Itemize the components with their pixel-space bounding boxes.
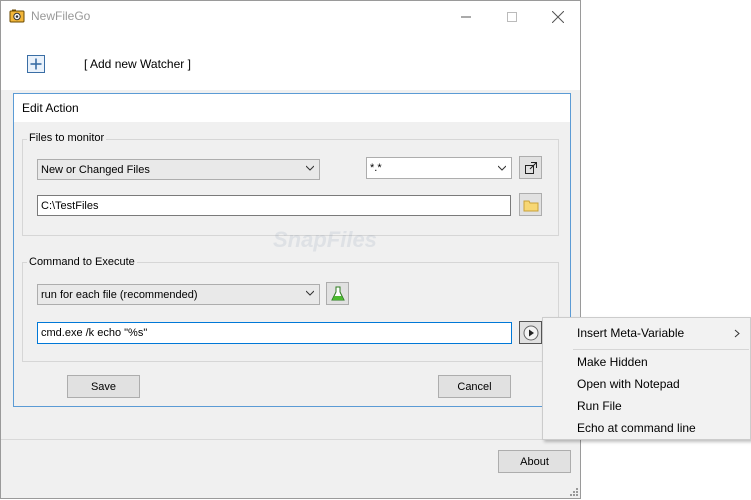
menu-item-make-hidden[interactable]: Make Hidden xyxy=(543,351,750,373)
command-options-button[interactable] xyxy=(519,321,542,344)
close-button[interactable] xyxy=(535,1,581,32)
chevron-down-icon xyxy=(498,165,506,171)
files-to-monitor-label: Files to monitor xyxy=(27,132,107,144)
maximize-button[interactable] xyxy=(489,1,535,32)
file-filter-value: *.* xyxy=(370,162,382,174)
watermark: SnapFiles xyxy=(273,227,377,252)
add-watcher-icon-button[interactable] xyxy=(27,55,45,73)
menu-item-insert-meta-variable[interactable]: Insert Meta-Variable xyxy=(543,322,750,344)
menu-item-label: Echo at command line xyxy=(577,421,696,435)
divider xyxy=(1,439,580,440)
path-value: C:\TestFiles xyxy=(41,199,99,212)
menu-item-open-with-notepad[interactable]: Open with Notepad xyxy=(543,373,750,395)
command-value: cmd.exe /k echo "%s" xyxy=(41,327,148,339)
save-button[interactable]: Save xyxy=(67,375,140,398)
play-icon xyxy=(523,325,538,340)
menu-item-echo-at-command-line[interactable]: Echo at command line xyxy=(543,417,750,439)
command-input[interactable]: cmd.exe /k echo "%s" xyxy=(37,322,512,344)
context-menu: Insert Meta-Variable Make Hidden Open wi… xyxy=(542,317,751,440)
monitor-mode-select[interactable]: New or Changed Files xyxy=(37,159,320,180)
file-filter-select[interactable]: *.* xyxy=(366,157,512,179)
edit-action-title: Edit Action xyxy=(22,101,79,115)
resize-grip-icon[interactable] xyxy=(569,486,579,496)
minimize-button[interactable] xyxy=(443,1,489,32)
path-input[interactable]: C:\TestFiles xyxy=(37,195,511,216)
monitor-mode-value: New or Changed Files xyxy=(41,163,150,176)
menu-item-run-file[interactable]: Run File xyxy=(543,395,750,417)
add-icon xyxy=(27,55,45,73)
menu-separator xyxy=(573,349,749,350)
menu-item-label: Open with Notepad xyxy=(577,377,680,391)
chevron-down-icon xyxy=(306,290,314,296)
app-icon xyxy=(9,8,25,24)
flask-icon xyxy=(330,286,345,300)
chevron-right-icon xyxy=(734,329,740,338)
execution-mode-value: run for each file (recommended) xyxy=(41,288,198,301)
app-window: NewFileGo [ Add new Watcher ] Edit Actio… xyxy=(0,0,581,499)
cancel-button[interactable]: Cancel xyxy=(438,375,511,398)
edit-action-header: Edit Action xyxy=(14,94,570,122)
menu-item-label: Run File xyxy=(577,399,622,413)
menu-item-label: Make Hidden xyxy=(577,355,648,369)
open-filter-button[interactable] xyxy=(519,156,542,179)
command-group xyxy=(22,262,559,362)
browse-folder-button[interactable] xyxy=(519,193,542,216)
window-title: NewFileGo xyxy=(31,9,91,23)
test-command-button[interactable] xyxy=(326,282,349,305)
command-group-label: Command to Execute xyxy=(27,256,137,268)
chevron-down-icon xyxy=(306,165,314,171)
files-to-monitor-group xyxy=(22,139,559,236)
external-link-icon xyxy=(524,161,537,174)
about-button[interactable]: About xyxy=(498,450,571,473)
execution-mode-select[interactable]: run for each file (recommended) xyxy=(37,284,320,305)
toolbar: [ Add new Watcher ] xyxy=(1,32,580,90)
menu-item-label: Insert Meta-Variable xyxy=(577,326,685,340)
add-watcher-link[interactable]: [ Add new Watcher ] xyxy=(84,57,191,71)
title-bar: NewFileGo xyxy=(1,1,580,32)
folder-icon xyxy=(523,200,538,211)
